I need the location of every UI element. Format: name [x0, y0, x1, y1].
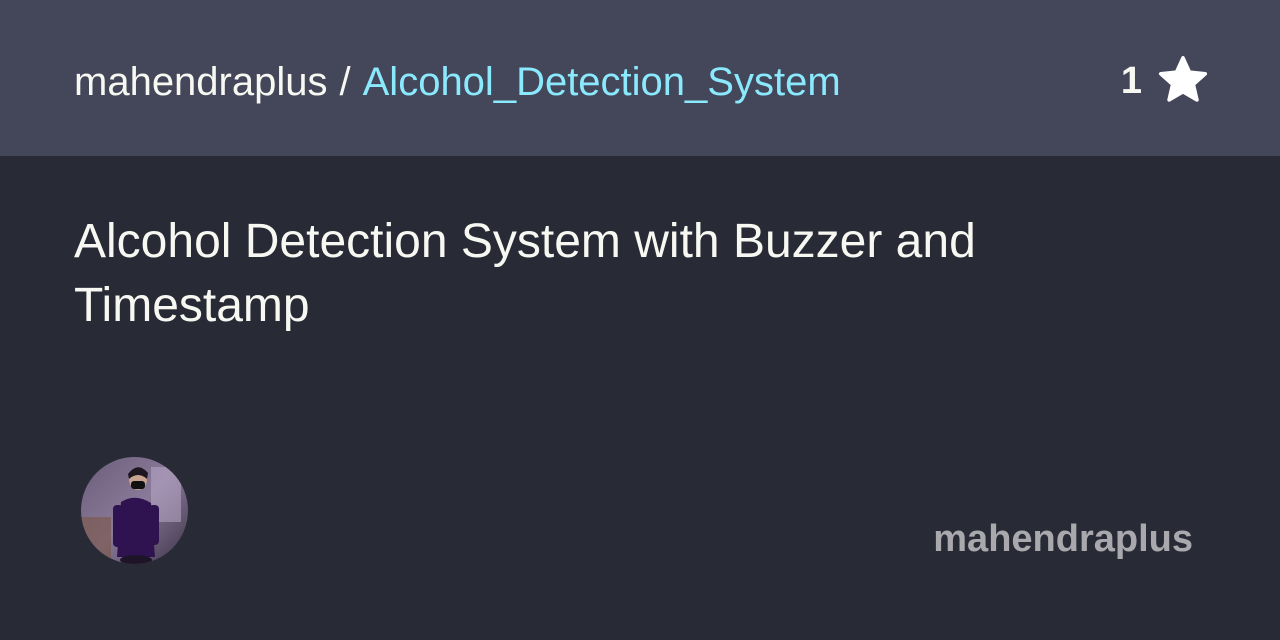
star-counter[interactable]: 1	[1121, 52, 1210, 110]
repo-name-link[interactable]: Alcohol_Detection_System	[363, 60, 841, 104]
path-separator: /	[339, 60, 351, 104]
repo-owner[interactable]: mahendraplus	[74, 60, 328, 104]
star-icon	[1156, 55, 1210, 107]
social-preview-card: mahendraplus / Alcohol_Detection_System 1 …	[0, 0, 1280, 640]
repo-description: Alcohol Detection System with Buzzer and…	[74, 215, 976, 332]
footer-username[interactable]: mahendraplus	[933, 516, 1193, 562]
star-count: 1	[1120, 59, 1142, 102]
avatar[interactable]	[81, 457, 188, 564]
header-bar: mahendraplus / Alcohol_Detection_System 1	[0, 0, 1280, 156]
repo-path: mahendraplus / Alcohol_Detection_System	[74, 56, 841, 108]
